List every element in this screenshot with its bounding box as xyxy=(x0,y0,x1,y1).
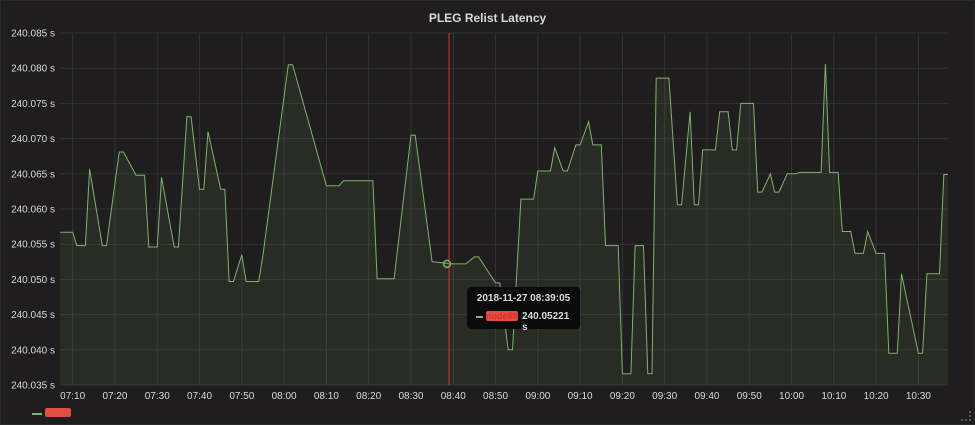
x-tick-label: 07:10 xyxy=(60,391,85,402)
x-tick-label: 07:50 xyxy=(229,391,254,402)
y-tick-label: 240.075 s xyxy=(11,99,55,110)
series-area-fill xyxy=(60,64,948,385)
tooltip-series-row: node69 240.05221 s xyxy=(476,311,576,333)
legend-series-name[interactable]: node69 xyxy=(45,408,71,417)
x-tick-label: 09:40 xyxy=(694,391,719,402)
tooltip-series-name: node69 xyxy=(486,311,518,321)
series-color-swatch xyxy=(476,316,483,318)
resize-handle-icon[interactable] xyxy=(961,411,971,421)
x-tick-label: 08:20 xyxy=(356,391,381,402)
x-tick-label: 09:10 xyxy=(568,391,593,402)
hover-tooltip: 2018-11-27 08:39:05 node69 240.05221 s xyxy=(467,287,580,333)
x-tick-label: 07:40 xyxy=(187,391,212,402)
y-tick-label: 240.040 s xyxy=(11,345,55,356)
x-tick-label: 09:20 xyxy=(610,391,635,402)
y-tick-label: 240.085 s xyxy=(11,29,55,40)
tooltip-value: 240.05221 s xyxy=(522,311,570,333)
x-tick-label: 10:00 xyxy=(779,391,804,402)
y-tick-label: 240.070 s xyxy=(11,134,55,145)
x-tick-label: 08:30 xyxy=(398,391,423,402)
x-tick-label: 08:10 xyxy=(314,391,339,402)
x-tick-label: 08:40 xyxy=(441,391,466,402)
x-tick-label: 07:20 xyxy=(102,391,127,402)
y-tick-label: 240.060 s xyxy=(11,205,55,216)
tooltip-time: 2018-11-27 08:39:05 xyxy=(476,293,571,304)
y-tick-label: 240.080 s xyxy=(11,64,55,75)
x-tick-label: 09:30 xyxy=(652,391,677,402)
y-tick-label: 240.055 s xyxy=(11,240,55,251)
latency-chart[interactable]: 240.085 s 240.080 s 240.075 s 240.070 s 240.… xyxy=(0,0,975,425)
x-tick-label: 10:30 xyxy=(906,391,931,402)
x-tick-label: 09:00 xyxy=(525,391,550,402)
y-tick-label: 240.045 s xyxy=(11,310,55,321)
x-tick-label: 10:20 xyxy=(864,391,889,402)
x-tick-label: 10:10 xyxy=(821,391,846,402)
legend-color-swatch[interactable] xyxy=(32,413,42,415)
y-tick-label: 240.035 s xyxy=(11,381,55,392)
x-tick-label: 09:50 xyxy=(737,391,762,402)
x-tick-label: 08:00 xyxy=(272,391,297,402)
x-tick-label: 08:50 xyxy=(483,391,508,402)
x-tick-label: 07:30 xyxy=(145,391,170,402)
y-tick-label: 240.065 s xyxy=(11,169,55,180)
y-tick-label: 240.050 s xyxy=(11,275,55,286)
